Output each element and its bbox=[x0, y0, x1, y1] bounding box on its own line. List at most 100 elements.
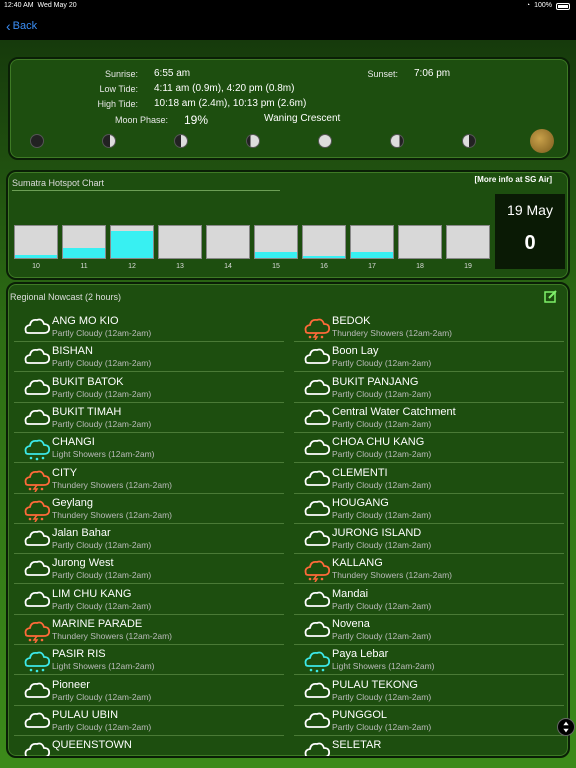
hotspot-bar bbox=[14, 225, 58, 259]
nowcast-forecast: Partly Cloudy (12am-2am) bbox=[52, 721, 152, 732]
nowcast-item[interactable]: KALLANG Thundery Showers (12am-2am) bbox=[294, 554, 564, 585]
nowcast-area-name: PULAU UBIN bbox=[52, 708, 119, 721]
nowcast-item[interactable]: BISHAN Partly Cloudy (12am-2am) bbox=[14, 342, 284, 373]
nowcast-forecast: Thundery Showers (12am-2am) bbox=[52, 479, 172, 490]
nowcast-forecast: Partly Cloudy (12am-2am) bbox=[332, 358, 432, 369]
nowcast-item[interactable]: MARINE PARADE Thundery Showers (12am-2am) bbox=[14, 615, 284, 645]
moon-phase-row bbox=[20, 129, 560, 154]
nowcast-item[interactable]: BUKIT PANJANG Partly Cloudy (12am-2am) bbox=[294, 373, 564, 403]
nowcast-item[interactable]: Jurong West Partly Cloudy (12am-2am) bbox=[14, 554, 284, 585]
nowcast-forecast: Partly Cloudy (12am-2am) bbox=[52, 358, 152, 369]
high-tide-label: High Tide: bbox=[97, 99, 138, 109]
nowcast-item[interactable]: Novena Partly Cloudy (12am-2am) bbox=[294, 615, 564, 645]
nowcast-item[interactable]: Paya Lebar Light Showers (12am-2am) bbox=[294, 645, 564, 676]
hotspot-bar bbox=[62, 225, 106, 259]
moon-phase-label: Moon Phase: bbox=[114, 115, 168, 125]
cloud-weather-icon bbox=[22, 740, 52, 756]
hotspot-tick-label: 14 bbox=[224, 263, 232, 270]
nowcast-forecast: Partly Cloudy (12am-2am) bbox=[52, 691, 152, 702]
nowcast-area-name: BUKIT TIMAH bbox=[52, 405, 122, 418]
nowcast-forecast: Thundery Showers (12am-2am) bbox=[332, 570, 452, 581]
low-tide-value: 4:11 am (0.9m), 4:20 pm (0.8m) bbox=[154, 83, 295, 94]
nowcast-forecast: Partly Cloudy (12am-2am) bbox=[332, 388, 432, 399]
hotspot-count: 0 bbox=[524, 232, 536, 254]
nowcast-area-name: PUNGGOL bbox=[332, 708, 388, 721]
nowcast-forecast: Partly Cloudy (12am-2am) bbox=[332, 509, 432, 520]
nowcast-item[interactable]: PUNGGOL Partly Cloudy (12am-2am) bbox=[294, 706, 564, 736]
nowcast-item[interactable]: BUKIT TIMAH Partly Cloudy (12am-2am) bbox=[14, 403, 284, 433]
cloud-weather-icon bbox=[22, 589, 52, 613]
nowcast-item[interactable]: PASIR RIS Light Showers (12am-2am) bbox=[14, 645, 284, 676]
nowcast-item[interactable]: CLEMENTI Partly Cloudy (12am-2am) bbox=[294, 464, 564, 494]
moon-last-quarter-icon bbox=[462, 134, 476, 148]
nowcast-area-name: PASIR RIS bbox=[52, 648, 106, 661]
nowcast-area-name: LIM CHU KANG bbox=[52, 587, 132, 600]
hotspot-tick-label: 10 bbox=[32, 263, 40, 270]
sunset-label: Sunset: bbox=[367, 69, 398, 79]
nowcast-area-name: JURONG ISLAND bbox=[332, 527, 422, 540]
cloud-weather-icon bbox=[302, 407, 332, 431]
nowcast-area-name: QUEENSTOWN bbox=[52, 739, 132, 752]
cloud-weather-icon bbox=[22, 558, 52, 582]
nowcast-item[interactable]: PULAU TEKONG Partly Cloudy (12am-2am) bbox=[294, 676, 564, 706]
status-date: Wed May 20 bbox=[37, 2, 77, 9]
nowcast-item[interactable]: Geylang Thundery Showers (12am-2am) bbox=[14, 494, 284, 524]
nowcast-area-name: PULAU TEKONG bbox=[332, 678, 418, 691]
nowcast-forecast: Thundery Showers (12am-2am) bbox=[52, 509, 172, 520]
cloud-weather-icon bbox=[22, 680, 52, 704]
nowcast-panel: Regional Nowcast (2 hours) ANG MO KIO Par… bbox=[6, 282, 570, 758]
nowcast-item[interactable]: Mandai Partly Cloudy (12am-2am) bbox=[294, 585, 564, 615]
nowcast-area-name: CITY bbox=[52, 466, 78, 479]
hotspot-bar-fill bbox=[63, 248, 105, 258]
hotspot-tick-label: 11 bbox=[80, 263, 88, 270]
nowcast-item[interactable]: BUKIT BATOK Partly Cloudy (12am-2am) bbox=[14, 373, 284, 403]
nowcast-area-name: Central Water Catchment bbox=[332, 405, 456, 418]
nowcast-item[interactable]: HOUGANG Partly Cloudy (12am-2am) bbox=[294, 494, 564, 524]
nowcast-item[interactable]: CITY Thundery Showers (12am-2am) bbox=[14, 464, 284, 494]
hotspot-bar-fill bbox=[255, 251, 297, 258]
hotspot-tick-label: 18 bbox=[416, 263, 424, 270]
nowcast-item[interactable]: QUEENSTOWN bbox=[14, 736, 284, 756]
hotspot-bar-fill bbox=[15, 254, 57, 258]
thunder-weather-icon bbox=[22, 498, 52, 523]
cloud-weather-icon bbox=[302, 619, 332, 643]
nowcast-item[interactable]: JURONG ISLAND Partly Cloudy (12am-2am) bbox=[294, 524, 564, 555]
cloud-weather-icon bbox=[302, 680, 332, 704]
nowcast-item[interactable]: PULAU UBIN Partly Cloudy (12am-2am) bbox=[14, 706, 284, 736]
scroll-toggle-button[interactable] bbox=[557, 718, 575, 736]
nowcast-item[interactable]: CHANGI Light Showers (12am-2am) bbox=[14, 433, 284, 464]
nowcast-item[interactable]: Jalan Bahar Partly Cloudy (12am-2am) bbox=[14, 524, 284, 555]
nowcast-title: Regional Nowcast (2 hours) bbox=[10, 292, 122, 302]
cloud-weather-icon bbox=[22, 377, 52, 401]
cloud-weather-icon bbox=[302, 589, 332, 613]
nowcast-item[interactable]: SELETAR bbox=[294, 736, 564, 756]
expand-arrows-icon bbox=[563, 721, 569, 733]
nowcast-item[interactable]: Boon Lay Partly Cloudy (12am-2am) bbox=[294, 342, 564, 373]
edit-icon[interactable] bbox=[544, 289, 558, 303]
nowcast-forecast: Partly Cloudy (12am-2am) bbox=[332, 479, 432, 490]
nowcast-item[interactable]: Central Water Catchment Partly Cloudy (12… bbox=[294, 403, 564, 433]
cloud-weather-icon bbox=[302, 528, 332, 552]
nowcast-item[interactable]: Pioneer Partly Cloudy (12am-2am) bbox=[14, 676, 284, 706]
high-tide-value: 10:18 am (2.4m), 10:13 pm (2.6m) bbox=[154, 98, 307, 109]
nowcast-area-name: BEDOK bbox=[332, 315, 371, 327]
more-info-link[interactable]: [More info at SG Air] bbox=[475, 175, 552, 184]
moon-waxing-gibbous-icon bbox=[246, 134, 260, 148]
hotspot-bar bbox=[158, 225, 202, 259]
nowcast-item[interactable]: BEDOK Thundery Showers (12am-2am) bbox=[294, 312, 564, 342]
sunset-value: 7:06 pm bbox=[414, 68, 451, 79]
nowcast-forecast: Partly Cloudy (12am-2am) bbox=[52, 328, 152, 338]
moon-waxing-crescent-icon bbox=[102, 134, 116, 148]
moon-new-icon bbox=[30, 134, 44, 148]
nowcast-forecast: Partly Cloudy (12am-2am) bbox=[332, 418, 432, 429]
nowcast-area-name: Mandai bbox=[332, 587, 369, 600]
nowcast-item[interactable]: CHOA CHU KANG Partly Cloudy (12am-2am) bbox=[294, 433, 564, 464]
cloud-weather-icon bbox=[302, 740, 332, 756]
back-button[interactable]: ‹ Back bbox=[6, 18, 37, 34]
nowcast-item[interactable]: LIM CHU KANG Partly Cloudy (12am-2am) bbox=[14, 585, 284, 615]
nowcast-area-name: BISHAN bbox=[52, 345, 93, 358]
nowcast-item[interactable]: ANG MO KIO Partly Cloudy (12am-2am) bbox=[14, 312, 284, 342]
hotspot-tick-label: 13 bbox=[176, 263, 184, 270]
nowcast-forecast: Light Showers (12am-2am) bbox=[52, 449, 155, 460]
status-time: 12:40 AM bbox=[4, 2, 34, 9]
